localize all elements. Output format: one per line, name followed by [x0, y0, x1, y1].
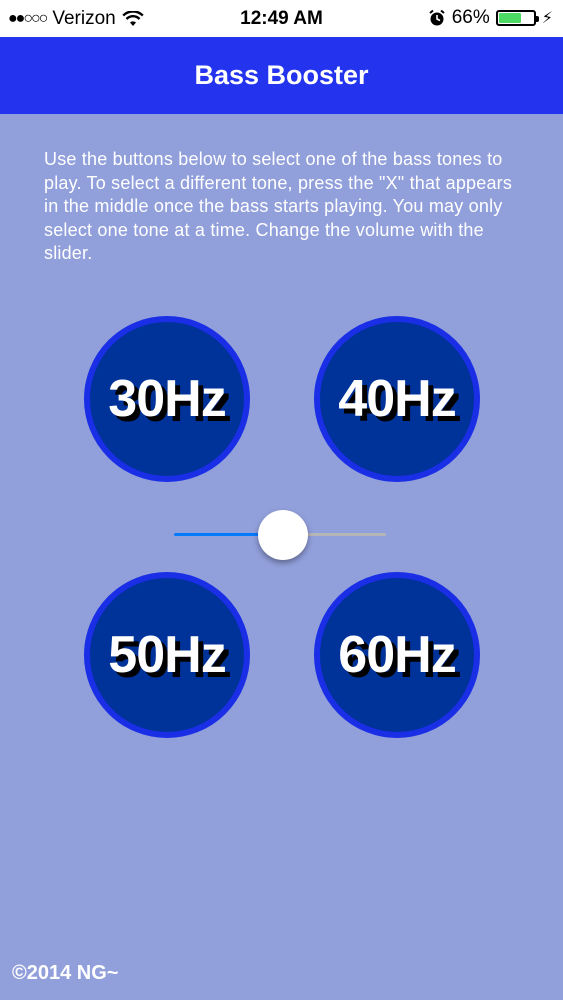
copyright-footer: ©2014 NG~: [12, 962, 119, 984]
battery-fill: [498, 13, 521, 23]
battery-tip: [535, 16, 539, 22]
tone-label: 30Hz: [108, 370, 226, 428]
instructions-text: Use the buttons below to select one of t…: [44, 149, 513, 263]
status-right: 66% ⚡︎: [428, 7, 553, 29]
page-title: Bass Booster: [194, 60, 369, 90]
slider-thumb[interactable]: [258, 510, 308, 560]
nav-bar: Bass Booster: [0, 37, 563, 114]
tone-button-40hz[interactable]: 40Hz: [314, 316, 480, 482]
battery-icon: [495, 10, 539, 26]
charging-bolt-icon: ⚡︎: [541, 10, 553, 27]
volume-slider[interactable]: [174, 510, 386, 560]
tone-label: 50Hz: [108, 626, 226, 684]
tone-label: 60Hz: [338, 626, 456, 684]
tone-button-30hz[interactable]: 30Hz: [84, 316, 250, 482]
battery-percent: 66%: [451, 7, 490, 28]
status-bar: ●●○○○ Verizon 12:49 AM 66% ⚡︎: [0, 0, 563, 37]
alarm-icon: [429, 9, 445, 26]
tone-button-50hz[interactable]: 50Hz: [84, 572, 250, 738]
tone-label: 40Hz: [338, 370, 456, 428]
tone-button-60hz[interactable]: 60Hz: [314, 572, 480, 738]
